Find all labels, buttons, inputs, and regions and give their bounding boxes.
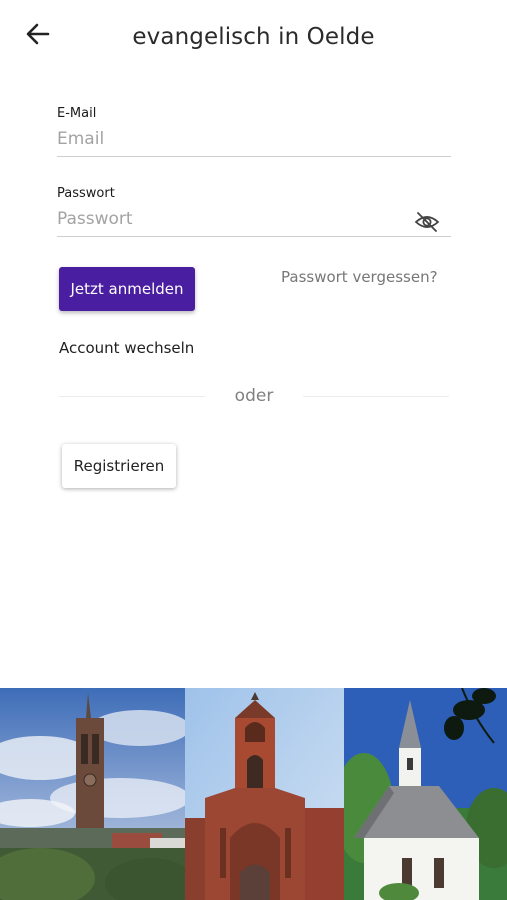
eye-off-icon <box>414 211 440 237</box>
password-field-group: Passwort <box>57 186 451 237</box>
password-input[interactable] <box>57 201 451 237</box>
white-chapel-photo <box>344 688 507 900</box>
password-label: Passwort <box>57 186 115 201</box>
church-photo-banner <box>0 688 507 900</box>
login-button[interactable]: Jetzt anmelden <box>59 267 195 311</box>
forgot-password-link[interactable]: Passwort vergessen? <box>281 268 438 286</box>
brick-church-photo <box>185 688 344 900</box>
or-divider: oder <box>59 385 449 409</box>
email-field-group: E-Mail <box>57 106 451 157</box>
email-label: E-Mail <box>57 106 97 121</box>
page-title: evangelisch in Oelde <box>132 24 375 50</box>
register-button[interactable]: Registrieren <box>62 444 176 488</box>
church-tower-photo <box>0 688 185 900</box>
email-input[interactable] <box>57 121 451 157</box>
switch-account-link[interactable]: Account wechseln <box>59 339 194 357</box>
password-visibility-toggle[interactable] <box>413 212 441 236</box>
app-header: evangelisch in Oelde <box>0 0 507 78</box>
divider-line-right <box>303 396 449 397</box>
